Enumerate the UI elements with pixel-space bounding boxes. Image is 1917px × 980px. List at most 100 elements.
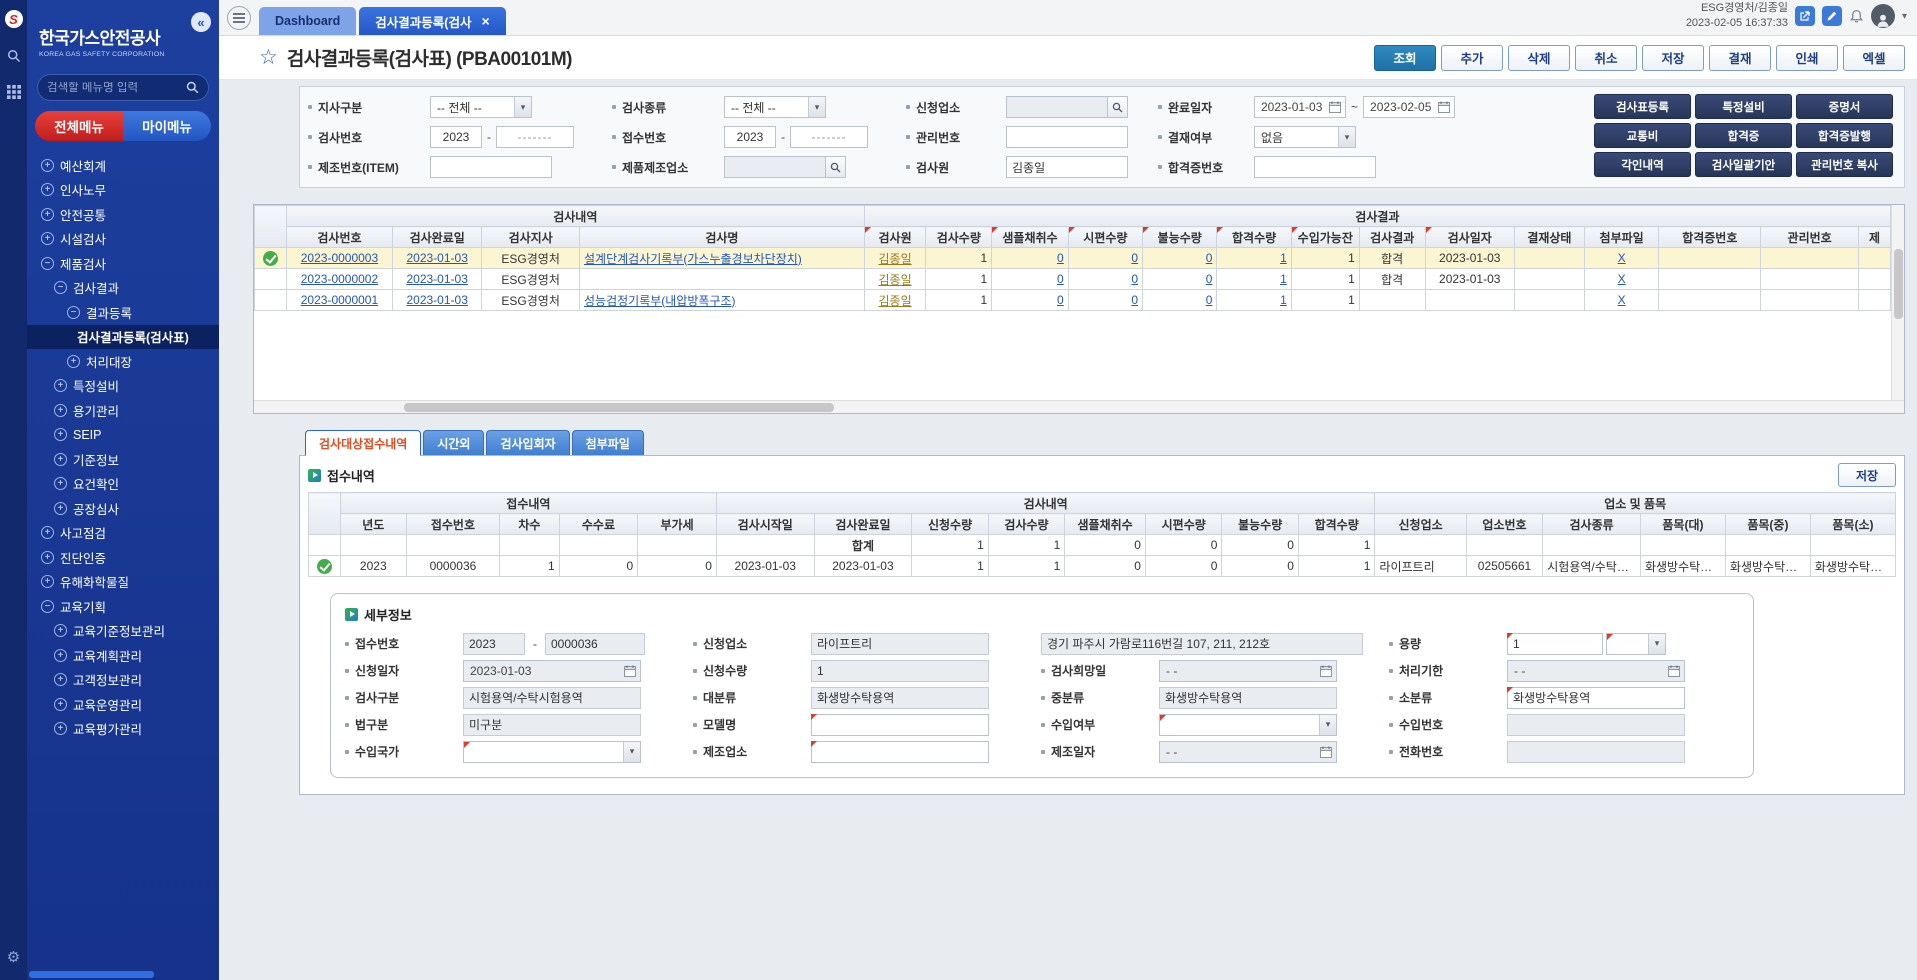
search-icon[interactable] xyxy=(1108,96,1128,118)
cell-link[interactable]: 0 xyxy=(1131,272,1138,286)
bottom-tab-1[interactable]: 시간외 xyxy=(423,430,484,455)
cell-link[interactable]: 0 xyxy=(1206,293,1213,307)
specific-equip-button[interactable]: 특정설비 xyxy=(1695,94,1792,119)
cell-link[interactable]: 0 xyxy=(1206,251,1213,265)
all-menu-button[interactable]: 전체메뉴 xyxy=(35,111,123,141)
table-row[interactable]: 합계110001 xyxy=(309,535,1896,556)
insp-sheet-reg-button[interactable]: 검사표등록 xyxy=(1594,94,1691,119)
cell-link[interactable]: 2023-01-03 xyxy=(406,272,467,286)
calendar-icon[interactable] xyxy=(1329,101,1341,113)
table-row[interactable]: 2023-00000012023-01-03ESG경영처성능검정기록부(내압방폭… xyxy=(255,290,1891,311)
input-detail-insp-class[interactable] xyxy=(463,687,641,709)
calendar-icon[interactable] xyxy=(624,665,636,677)
branch-type-select[interactable]: -- 전체 --▾ xyxy=(430,96,532,118)
share-icon[interactable] xyxy=(1795,6,1815,26)
certificate-button[interactable]: 증명서 xyxy=(1796,94,1893,119)
search-button[interactable]: 조회 xyxy=(1374,45,1436,71)
cell-link[interactable]: 2023-0000001 xyxy=(301,293,378,307)
input-detail-manufacturer[interactable] xyxy=(811,741,989,763)
close-icon[interactable]: × xyxy=(481,13,489,29)
sidebar-item-7[interactable]: 검사결과등록(검사표) xyxy=(27,325,219,350)
batch-draft-button[interactable]: 검사일괄기안 xyxy=(1695,152,1792,177)
mgmt-no-copy-button[interactable]: 관리번호 복사 xyxy=(1796,152,1893,177)
grid-menu-icon[interactable] xyxy=(6,84,22,100)
input-detail-import-no[interactable] xyxy=(1507,714,1685,736)
cell-link[interactable]: 0 xyxy=(1131,251,1138,265)
cell-link[interactable]: X xyxy=(1618,293,1626,307)
input-detail-capacity[interactable] xyxy=(1507,633,1603,655)
sidebar-item-5[interactable]: −검사결과 xyxy=(27,276,219,301)
cell-link[interactable]: 0 xyxy=(1131,293,1138,307)
date-detail-hope-date[interactable]: - - xyxy=(1159,660,1337,682)
approve-button[interactable]: 결재 xyxy=(1709,45,1771,71)
input-detail-phone-no[interactable] xyxy=(1507,741,1685,763)
sidebar-item-6[interactable]: −결과등록 xyxy=(27,300,219,325)
receipt-save-button[interactable]: 저장 xyxy=(1838,463,1896,487)
cancel-button[interactable]: 취소 xyxy=(1575,45,1637,71)
sidebar-item-1[interactable]: +인사노무 xyxy=(27,178,219,203)
select-detail-capacity[interactable]: ▾ xyxy=(1606,633,1666,655)
inspection-no-seq[interactable] xyxy=(496,126,574,148)
cell-link[interactable]: 1 xyxy=(1280,251,1287,265)
transport-fee-button[interactable]: 교통비 xyxy=(1594,123,1691,148)
input-detail-receipt-no[interactable] xyxy=(463,633,525,655)
inspection-type-select[interactable]: -- 전체 --▾ xyxy=(724,96,826,118)
tab-0[interactable]: Dashboard xyxy=(259,7,356,35)
sidebar-item-13[interactable]: +요건확인 xyxy=(27,472,219,497)
sidebar-item-11[interactable]: +SEIP xyxy=(27,423,219,448)
hamburger-menu-icon[interactable] xyxy=(227,6,251,30)
input-detail-receipt-no[interactable] xyxy=(545,633,645,655)
pass-cert-button[interactable]: 합격증 xyxy=(1695,123,1792,148)
input-detail-category-large[interactable] xyxy=(811,687,989,709)
input-detail-law-class[interactable] xyxy=(463,714,641,736)
sidebar-item-8[interactable]: +처리대장 xyxy=(27,349,219,374)
cert-no-input[interactable] xyxy=(1254,156,1376,178)
receipt-no-seq[interactable] xyxy=(790,126,868,148)
sidebar-item-3[interactable]: +시설검사 xyxy=(27,227,219,252)
sidebar-scrollbar[interactable] xyxy=(29,971,154,978)
grid-vertical-scrollbar[interactable] xyxy=(1891,205,1904,400)
scrollbar-thumb[interactable] xyxy=(1894,249,1903,319)
input-detail-applicant[interactable] xyxy=(811,633,989,655)
my-menu-button[interactable]: 마이메뉴 xyxy=(123,111,211,141)
save-button[interactable]: 저장 xyxy=(1642,45,1704,71)
bottom-tab-2[interactable]: 검사입회자 xyxy=(486,430,569,455)
avatar[interactable] xyxy=(1871,4,1895,28)
sidebar-item-15[interactable]: +사고점검 xyxy=(27,521,219,546)
cell-link[interactable]: 2023-0000003 xyxy=(301,251,378,265)
tab-1[interactable]: 검사결과등록(검사× xyxy=(359,7,505,35)
applicant-input[interactable] xyxy=(1006,96,1108,118)
sidebar-item-12[interactable]: +기준정보 xyxy=(27,447,219,472)
sidebar-item-19[interactable]: +교육기준정보관리 xyxy=(27,619,219,644)
sidebar-item-22[interactable]: +교육운영관리 xyxy=(27,692,219,717)
sidebar-item-2[interactable]: +안전공통 xyxy=(27,202,219,227)
complete-date-to[interactable]: 2023-02-05 xyxy=(1363,96,1455,118)
sidebar-item-0[interactable]: +예산회계 xyxy=(27,153,219,178)
sidebar-collapse-button[interactable]: « xyxy=(191,12,211,32)
input-detail-category-mid[interactable] xyxy=(1159,687,1337,709)
sidebar-item-21[interactable]: +고객정보관리 xyxy=(27,668,219,693)
inspector-input[interactable] xyxy=(1006,156,1128,178)
search-icon[interactable] xyxy=(826,156,846,178)
cell-link[interactable]: 2023-01-03 xyxy=(406,251,467,265)
date-detail-manufacture-date[interactable]: - - xyxy=(1159,741,1337,763)
sidebar-item-9[interactable]: +특정설비 xyxy=(27,374,219,399)
chevron-down-icon[interactable]: ▾ xyxy=(1902,11,1907,22)
sidebar-item-18[interactable]: −교육기획 xyxy=(27,594,219,619)
sidebar-item-10[interactable]: +용기관리 xyxy=(27,398,219,423)
engraving-button[interactable]: 각인내역 xyxy=(1594,152,1691,177)
receipt-no-year[interactable] xyxy=(724,126,776,148)
sidebar-item-14[interactable]: +공장심사 xyxy=(27,496,219,521)
calendar-icon[interactable] xyxy=(1668,665,1680,677)
select-detail-import-yn[interactable]: ▾ xyxy=(1159,714,1337,736)
pass-cert-issue-button[interactable]: 합격증발행 xyxy=(1796,123,1893,148)
input-detail-category-small[interactable] xyxy=(1507,687,1685,709)
cell-link[interactable]: 김종일 xyxy=(878,252,911,266)
scrollbar-thumb[interactable] xyxy=(404,403,834,412)
grid-horizontal-scrollbar[interactable] xyxy=(254,400,1904,413)
complete-date-from[interactable]: 2023-01-03 xyxy=(1254,96,1346,118)
cell-link[interactable]: 1 xyxy=(1280,293,1287,307)
calendar-icon[interactable] xyxy=(1438,101,1450,113)
bottom-tab-3[interactable]: 첨부파일 xyxy=(572,430,644,455)
calendar-icon[interactable] xyxy=(1320,746,1332,758)
